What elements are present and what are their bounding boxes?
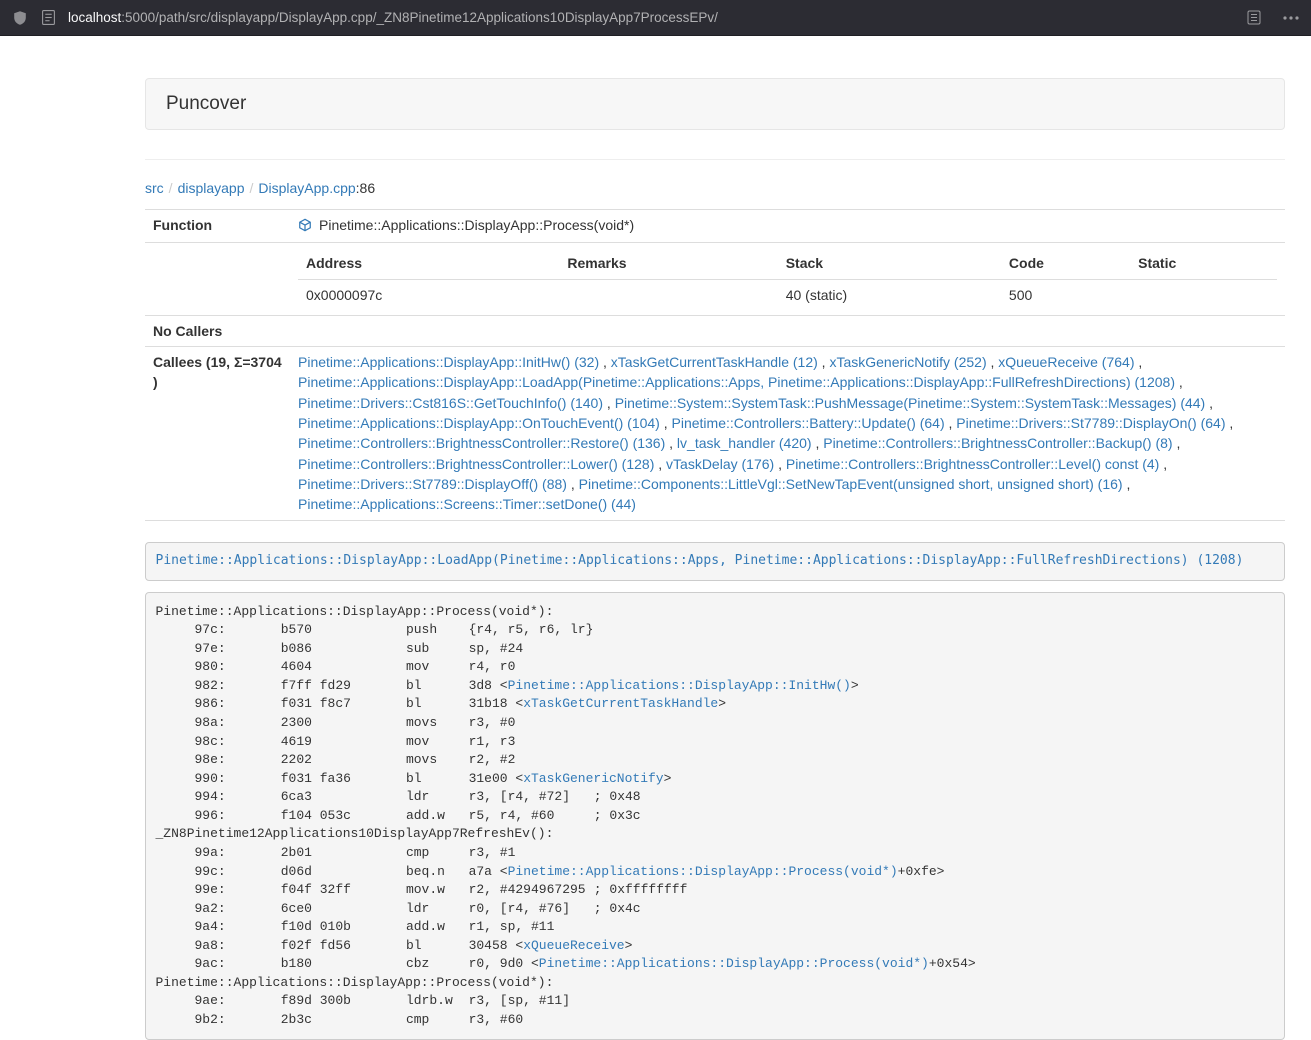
highlighted-symbol-link[interactable]: Pinetime::Applications::DisplayApp::Load… [156, 553, 1244, 568]
callee-link[interactable]: Pinetime::Components::LittleVgl::SetNewT… [579, 476, 1123, 492]
callee-link[interactable]: xTaskGenericNotify (252) [829, 354, 986, 370]
disasm-symbol-link[interactable]: xTaskGetCurrentTaskHandle [523, 696, 718, 711]
callee-link[interactable]: Pinetime::Drivers::St7789::DisplayOn() (… [956, 415, 1225, 431]
disasm-symbol-link[interactable]: Pinetime::Applications::DisplayApp::Proc… [508, 864, 898, 879]
divider [145, 159, 1285, 160]
callee-separator: , [665, 435, 677, 451]
no-callers-label: No Callers [145, 315, 290, 346]
callee-link[interactable]: Pinetime::Drivers::St7789::DisplayOff() … [298, 476, 567, 492]
callee-link[interactable]: xTaskGetCurrentTaskHandle (12) [611, 354, 818, 370]
disasm-symbol-link[interactable]: Pinetime::Applications::DisplayApp::Init… [508, 678, 851, 693]
function-detail-row: Address Remarks Stack Code Static 0x0000… [145, 243, 1285, 316]
disasm-symbol-link[interactable]: xTaskGenericNotify [523, 771, 663, 786]
function-table: Function Pinetime::Applications::Display… [145, 209, 1285, 521]
browser-toolbar: localhost:5000/path/src/displayapp/Displ… [0, 0, 1311, 36]
callees-list: Pinetime::Applications::DisplayApp::Init… [290, 347, 1285, 520]
callee-separator: , [1205, 395, 1213, 411]
callee-separator: , [603, 395, 615, 411]
callee-separator: , [812, 435, 824, 451]
callee-separator: , [1134, 354, 1142, 370]
tracking-protection-shield-icon[interactable] [12, 10, 28, 26]
function-row: Function Pinetime::Applications::Display… [145, 210, 1285, 243]
column-header-code: Code [1001, 248, 1130, 279]
page-container: Puncover src/displayapp/DisplayApp.cpp:8… [145, 36, 1285, 1040]
callee-separator: , [1226, 415, 1234, 431]
callee-separator: , [774, 456, 786, 472]
reader-view-icon[interactable] [1247, 10, 1261, 25]
callee-separator: , [1159, 456, 1167, 472]
column-header-stack: Stack [778, 248, 1001, 279]
function-row-label: Function [145, 210, 290, 243]
no-callers-cell [290, 315, 1285, 346]
url-bar[interactable]: localhost:5000/path/src/displayapp/Displ… [68, 0, 1235, 36]
function-detail-table: Address Remarks Stack Code Static 0x0000… [298, 248, 1277, 310]
table-row: 0x0000097c 40 (static) 500 [298, 279, 1277, 310]
callee-link[interactable]: Pinetime::Applications::DisplayApp::OnTo… [298, 415, 660, 431]
callee-link[interactable]: Pinetime::Drivers::Cst816S::GetTouchInfo… [298, 395, 603, 411]
app-header-panel: Puncover [145, 78, 1285, 130]
column-header-static: Static [1130, 248, 1277, 279]
column-header-remarks: Remarks [559, 248, 777, 279]
highlighted-symbol-box: Pinetime::Applications::DisplayApp::Load… [145, 542, 1285, 582]
callee-separator: , [1123, 476, 1131, 492]
callee-link[interactable]: Pinetime::Controllers::BrightnessControl… [786, 456, 1159, 472]
address-value: 0x0000097c [298, 279, 559, 310]
breadcrumb-link-displayapp[interactable]: displayapp [178, 180, 245, 196]
callee-link[interactable]: Pinetime::Controllers::BrightnessControl… [298, 456, 654, 472]
breadcrumb-link-file[interactable]: DisplayApp.cpp [258, 180, 355, 196]
stack-value: 40 (static) [778, 279, 1001, 310]
url-path: :5000/path/src/displayapp/DisplayApp.cpp… [121, 10, 718, 25]
code-value: 500 [1001, 279, 1130, 310]
breadcrumb-line-number: :86 [356, 180, 375, 196]
callee-link[interactable]: xQueueReceive (764) [998, 354, 1134, 370]
callee-link[interactable]: Pinetime::Controllers::BrightnessControl… [298, 435, 665, 451]
breadcrumb: src/displayapp/DisplayApp.cpp:86 [145, 180, 1285, 196]
callees-row: Callees (19, Σ=3704 ) Pinetime::Applicat… [145, 347, 1285, 520]
function-detail-row-label [145, 243, 290, 316]
callee-separator: , [654, 456, 666, 472]
remarks-value [559, 279, 777, 310]
disasm-symbol-link[interactable]: Pinetime::Applications::DisplayApp::Proc… [539, 956, 929, 971]
callee-link[interactable]: Pinetime::Controllers::BrightnessControl… [823, 435, 1172, 451]
url-host: localhost [68, 10, 121, 25]
callee-separator: , [945, 415, 957, 431]
page-info-icon[interactable] [42, 10, 55, 25]
breadcrumb-separator: / [250, 180, 254, 196]
function-icon [298, 217, 312, 237]
breadcrumb-separator: / [169, 180, 173, 196]
toolbar-right-icons [1247, 10, 1299, 25]
breadcrumb-link-src[interactable]: src [145, 180, 164, 196]
function-name-cell: Pinetime::Applications::DisplayApp::Proc… [290, 210, 1285, 243]
function-name: Pinetime::Applications::DisplayApp::Proc… [319, 217, 634, 233]
callee-separator: , [599, 354, 611, 370]
callee-separator: , [1175, 374, 1183, 390]
callees-label: Callees (19, Σ=3704 ) [145, 347, 290, 520]
static-value [1130, 279, 1277, 310]
callee-separator: , [818, 354, 830, 370]
disasm-symbol-link[interactable]: xQueueReceive [523, 938, 624, 953]
disassembly-block: Pinetime::Applications::DisplayApp::Proc… [145, 592, 1285, 1040]
callee-link[interactable]: Pinetime::Controllers::Battery::Update()… [672, 415, 945, 431]
callee-link[interactable]: Pinetime::Applications::DisplayApp::Load… [298, 374, 1175, 390]
callee-link[interactable]: Pinetime::Applications::DisplayApp::Init… [298, 354, 599, 370]
callee-separator: , [567, 476, 579, 492]
page-actions-menu-icon[interactable] [1283, 16, 1299, 20]
callee-link[interactable]: Pinetime::System::SystemTask::PushMessag… [615, 395, 1206, 411]
detail-header-row: Address Remarks Stack Code Static [298, 248, 1277, 279]
callee-separator: , [1173, 435, 1181, 451]
function-detail-cell: Address Remarks Stack Code Static 0x0000… [290, 243, 1285, 316]
callee-link[interactable]: Pinetime::Applications::Screens::Timer::… [298, 496, 636, 512]
column-header-address: Address [298, 248, 559, 279]
disassembly-code: Pinetime::Applications::DisplayApp::Proc… [156, 604, 976, 1027]
callee-link[interactable]: lv_task_handler (420) [677, 435, 812, 451]
callee-separator: , [987, 354, 999, 370]
no-callers-row: No Callers [145, 315, 1285, 346]
callee-separator: , [660, 415, 672, 431]
page-title: Puncover [166, 93, 246, 114]
callee-link[interactable]: vTaskDelay (176) [666, 456, 774, 472]
